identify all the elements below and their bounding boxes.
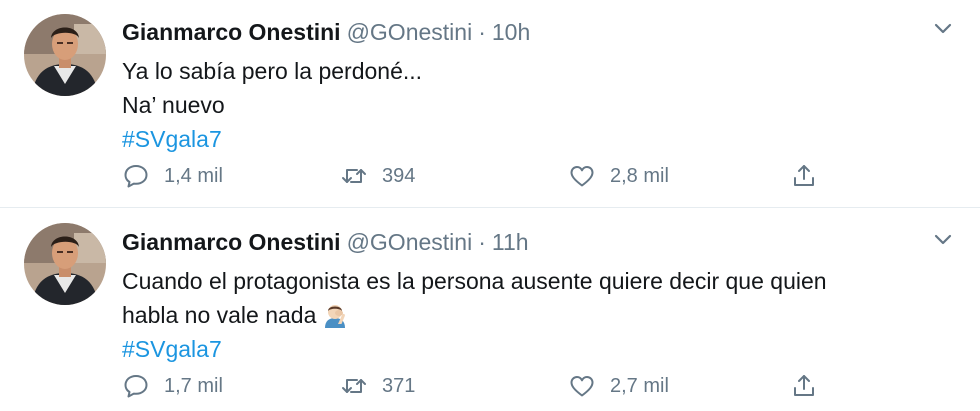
author-name[interactable]: Gianmarco Onestini [122,19,341,46]
hashtag-link[interactable]: #SVgala7 [122,332,222,366]
author-handle[interactable]: @GOnestini [347,229,473,256]
tweet-actions: 1,4 mil 394 2,8 mil [122,160,832,192]
separator: · [478,228,486,255]
author-name[interactable]: Gianmarco Onestini [122,229,341,256]
tweet-actions: 1,7 mil 371 2,7 mil [122,370,832,402]
tweet-text-line: Cuando el protagonista es la persona aus… [122,268,827,294]
reply-icon [122,162,150,190]
hashtag-link[interactable]: #SVgala7 [122,122,222,156]
like-button[interactable]: 2,8 mil [568,160,669,192]
tweet-text: Cuando el protagonista es la persona aus… [122,264,922,366]
reply-icon [122,372,150,400]
tweet-text-line: Ya lo sabía pero la perdoné... [122,58,423,84]
share-button[interactable] [790,370,818,402]
retweet-button[interactable]: 371 [340,370,415,402]
separator: · [478,18,486,45]
like-count: 2,8 mil [610,164,669,187]
retweet-count: 394 [382,164,416,187]
like-icon [568,162,596,190]
man-facepalming-emoji [322,302,348,328]
chevron-down-icon[interactable] [930,227,956,253]
retweet-icon [340,162,368,190]
like-count: 2,7 mil [610,374,669,397]
reply-count: 1,7 mil [164,374,223,397]
retweet-count: 371 [382,374,416,397]
timestamp[interactable]: 10h [492,19,530,46]
avatar[interactable] [24,14,106,96]
share-icon [790,162,818,190]
tweet[interactable]: Gianmarco Onestini @GOnestini · 10h Ya l… [0,0,980,208]
chevron-down-icon[interactable] [930,16,956,42]
retweet-icon [340,372,368,400]
reply-button[interactable]: 1,7 mil [122,370,223,402]
avatar[interactable] [24,223,106,305]
like-button[interactable]: 2,7 mil [568,370,669,402]
tweet-header: Gianmarco Onestini @GOnestini · 11h [122,226,529,258]
tweet-text: Ya lo sabía pero la perdoné... Na’ nuevo… [122,54,922,156]
tweet-text-fragment: habla no vale nada [122,302,317,328]
tweet-header: Gianmarco Onestini @GOnestini · 10h [122,16,530,48]
tweet-text-line-with-emoji: habla no vale nada [122,298,922,332]
timestamp[interactable]: 11h [492,229,529,256]
author-handle[interactable]: @GOnestini [347,19,473,46]
share-button[interactable] [790,160,818,192]
tweet[interactable]: Gianmarco Onestini @GOnestini · 11h Cuan… [0,209,980,411]
reply-button[interactable]: 1,4 mil [122,160,223,192]
retweet-button[interactable]: 394 [340,160,415,192]
tweet-text-line: Na’ nuevo [122,92,225,118]
reply-count: 1,4 mil [164,164,223,187]
share-icon [790,372,818,400]
like-icon [568,372,596,400]
